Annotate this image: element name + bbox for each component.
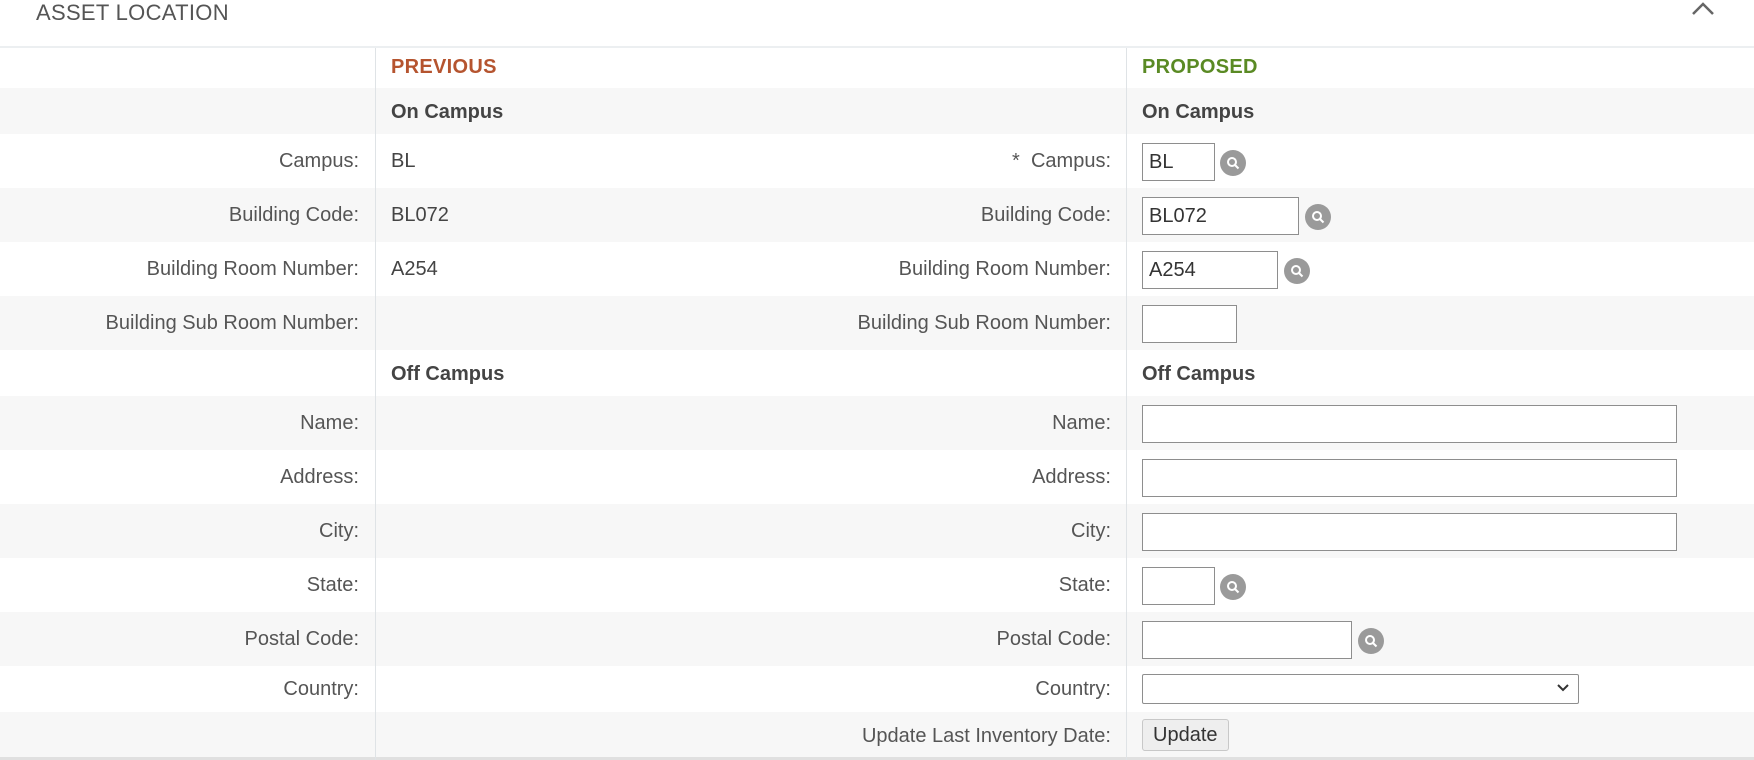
previous-state-label: State: bbox=[306, 574, 359, 596]
building-room-number-input[interactable]: A254 bbox=[1142, 251, 1278, 289]
previous-country-label: Country: bbox=[283, 678, 359, 700]
previous-column-header: PREVIOUS bbox=[391, 56, 497, 78]
country-select[interactable] bbox=[1142, 674, 1579, 704]
postal-code-lookup-button[interactable] bbox=[1358, 628, 1384, 654]
building-sub-room-number-input[interactable] bbox=[1142, 305, 1237, 343]
search-icon bbox=[1312, 211, 1325, 224]
update-button[interactable]: Update bbox=[1142, 719, 1229, 751]
proposed-postal-code-label: Postal Code: bbox=[996, 628, 1111, 650]
previous-address-label: Address: bbox=[280, 466, 359, 488]
chevron-down-icon bbox=[1557, 684, 1569, 692]
search-icon bbox=[1291, 265, 1304, 278]
previous-name-label: Name: bbox=[300, 412, 359, 434]
previous-building-room-label: Building Room Number: bbox=[146, 258, 359, 280]
previous-building-code-label: Building Code: bbox=[228, 204, 359, 226]
state-input[interactable] bbox=[1142, 567, 1215, 605]
update-last-inventory-date-label: Update Last Inventory Date: bbox=[861, 725, 1111, 747]
proposed-name-label: Name: bbox=[1052, 412, 1111, 434]
search-icon bbox=[1227, 581, 1240, 594]
previous-on-campus-heading: On Campus bbox=[391, 101, 504, 123]
previous-city-label: City: bbox=[319, 520, 359, 542]
building-code-input[interactable]: BL072 bbox=[1142, 197, 1299, 235]
proposed-column-header: PROPOSED bbox=[1142, 56, 1258, 78]
search-icon bbox=[1227, 157, 1240, 170]
chevron-up-icon[interactable] bbox=[1690, 0, 1716, 18]
required-marker: * bbox=[1012, 150, 1020, 172]
off-campus-section-row bbox=[0, 350, 1754, 396]
proposed-address-label: Address: bbox=[1032, 466, 1111, 488]
proposed-building-sub-room-label: Building Sub Room Number: bbox=[857, 312, 1111, 334]
state-lookup-button[interactable] bbox=[1220, 574, 1246, 600]
panel-title: ASSET LOCATION bbox=[36, 0, 229, 25]
proposed-building-code-label: Building Code: bbox=[980, 204, 1111, 226]
campus-input[interactable]: BL bbox=[1142, 143, 1215, 181]
proposed-state-label: State: bbox=[1058, 574, 1111, 596]
panel-header: ASSET LOCATION bbox=[0, 0, 1754, 48]
proposed-building-room-label: Building Room Number: bbox=[898, 258, 1111, 280]
address-input[interactable] bbox=[1142, 459, 1677, 497]
proposed-column-divider bbox=[1126, 48, 1127, 760]
previous-off-campus-heading: Off Campus bbox=[391, 363, 505, 385]
previous-building-code-value: BL072 bbox=[391, 204, 449, 226]
proposed-city-label: City: bbox=[1071, 520, 1111, 542]
previous-building-sub-room-label: Building Sub Room Number: bbox=[105, 312, 359, 334]
previous-campus-label: Campus: bbox=[278, 150, 359, 172]
search-icon bbox=[1365, 635, 1378, 648]
name-input[interactable] bbox=[1142, 405, 1677, 443]
proposed-country-label: Country: bbox=[1035, 678, 1111, 700]
previous-column-divider bbox=[375, 48, 376, 760]
building-room-lookup-button[interactable] bbox=[1284, 258, 1310, 284]
previous-building-room-value: A254 bbox=[391, 258, 438, 280]
proposed-campus-label: * Campus: bbox=[1012, 150, 1111, 173]
proposed-off-campus-heading: Off Campus bbox=[1142, 363, 1256, 385]
previous-campus-value: BL bbox=[391, 150, 416, 172]
city-input[interactable] bbox=[1142, 513, 1677, 551]
campus-lookup-button[interactable] bbox=[1220, 150, 1246, 176]
state-row bbox=[0, 558, 1754, 612]
on-campus-section-row bbox=[0, 88, 1754, 134]
column-header-row bbox=[0, 48, 1754, 88]
proposed-on-campus-heading: On Campus bbox=[1142, 101, 1255, 123]
building-code-lookup-button[interactable] bbox=[1305, 204, 1331, 230]
proposed-campus-label-text: Campus: bbox=[1030, 150, 1111, 172]
previous-postal-code-label: Postal Code: bbox=[244, 628, 359, 650]
postal-code-input[interactable] bbox=[1142, 621, 1352, 659]
campus-row bbox=[0, 134, 1754, 188]
